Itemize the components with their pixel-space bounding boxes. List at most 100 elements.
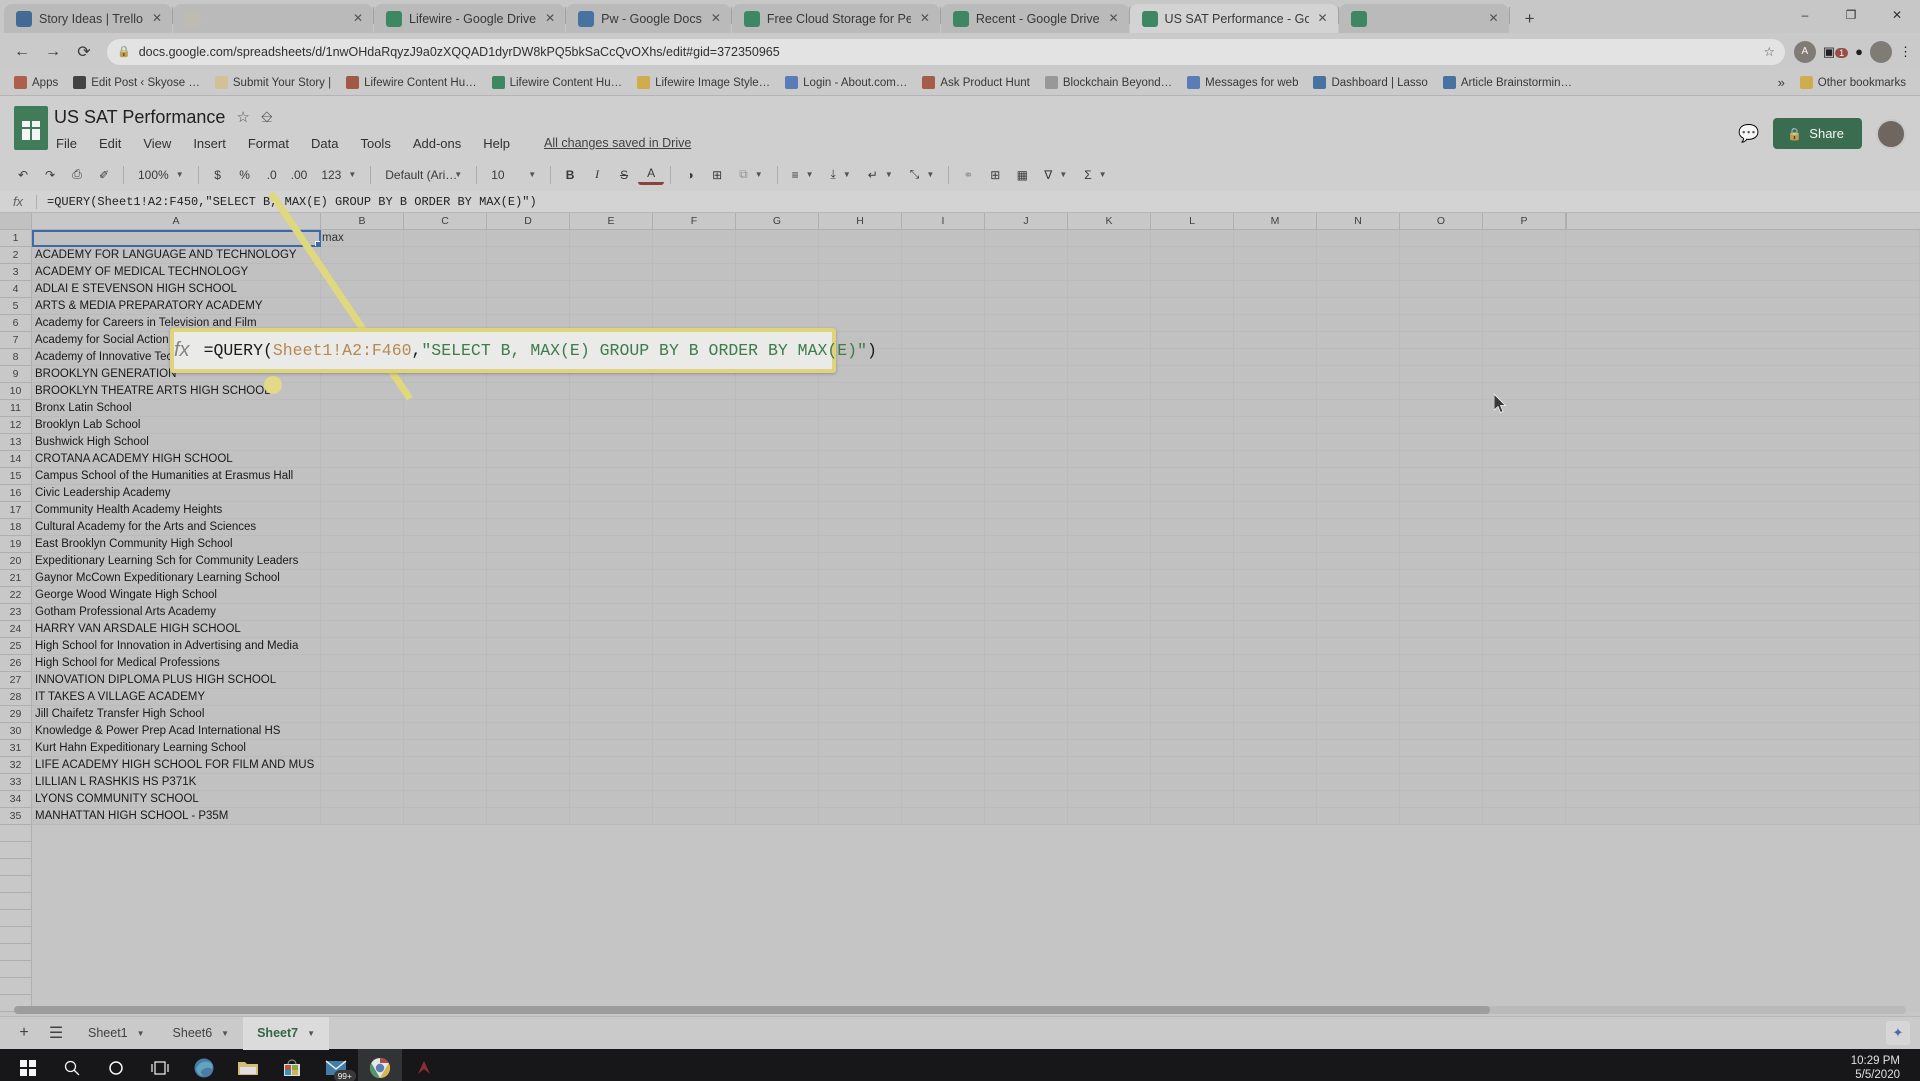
other-bookmarks-folder[interactable]: Other bookmarks <box>1794 74 1912 91</box>
grid-cell[interactable] <box>985 689 1068 706</box>
column-header-J[interactable]: J <box>985 213 1068 229</box>
grid-cell[interactable]: HARRY VAN ARSDALE HIGH SCHOOL <box>32 621 321 638</box>
grid-cell[interactable] <box>570 536 653 553</box>
grid-cell[interactable] <box>819 587 902 604</box>
grid-cell[interactable] <box>1234 570 1317 587</box>
grid-cell[interactable] <box>1483 791 1566 808</box>
grid-cell[interactable] <box>570 570 653 587</box>
grid-cell[interactable] <box>736 706 819 723</box>
grid-cell[interactable] <box>487 298 570 315</box>
grid-cell[interactable] <box>1068 621 1151 638</box>
row-header-30[interactable]: 30 <box>0 723 32 740</box>
grid-cell[interactable] <box>404 298 487 315</box>
grid-cell[interactable] <box>985 468 1068 485</box>
grid-cell[interactable] <box>1317 791 1400 808</box>
grid-cell[interactable] <box>570 621 653 638</box>
row-header-25[interactable]: 25 <box>0 638 32 655</box>
grid-cell[interactable] <box>1234 672 1317 689</box>
grid-cell[interactable] <box>1317 247 1400 264</box>
grid-cell[interactable]: Bushwick High School <box>32 434 321 451</box>
grid-cell[interactable] <box>404 723 487 740</box>
grid-cell[interactable] <box>1566 757 1920 774</box>
grid-cell[interactable] <box>985 570 1068 587</box>
grid-cell[interactable] <box>1566 655 1920 672</box>
grid-cell[interactable] <box>1317 689 1400 706</box>
grid-cell[interactable] <box>902 723 985 740</box>
grid-cell[interactable] <box>1234 400 1317 417</box>
grid-cell[interactable] <box>404 281 487 298</box>
grid-cell[interactable] <box>736 570 819 587</box>
grid-cell[interactable] <box>1317 281 1400 298</box>
red-app-button[interactable] <box>402 1049 446 1081</box>
grid-cell[interactable] <box>321 740 404 757</box>
menu-item-file[interactable]: File <box>54 135 79 152</box>
grid-cell[interactable] <box>1483 553 1566 570</box>
grid-cell[interactable] <box>1400 740 1483 757</box>
grid-cell[interactable] <box>1566 298 1920 315</box>
grid-cell[interactable] <box>653 740 736 757</box>
grid-cell[interactable] <box>819 553 902 570</box>
row-header-34[interactable]: 34 <box>0 791 32 808</box>
grid-cell[interactable] <box>736 553 819 570</box>
grid-cell[interactable] <box>1151 740 1234 757</box>
new-tab-button[interactable]: + <box>1516 5 1544 33</box>
grid-cell[interactable] <box>1400 638 1483 655</box>
browser-tab[interactable]: ✕ <box>173 4 373 33</box>
grid-cell[interactable] <box>1151 638 1234 655</box>
grid-cell[interactable] <box>321 451 404 468</box>
hscroll-track[interactable] <box>14 1005 1906 1014</box>
grid-cell[interactable]: max <box>321 230 404 247</box>
grid-cell[interactable] <box>570 553 653 570</box>
browser-tab[interactable]: Lifewire - Google Drive ✕ <box>374 4 566 33</box>
grid-cell[interactable] <box>404 808 487 825</box>
back-icon[interactable]: ← <box>8 38 36 66</box>
grid-cell[interactable] <box>321 604 404 621</box>
grid-cell[interactable] <box>736 502 819 519</box>
grid-cell[interactable] <box>1400 298 1483 315</box>
grid-cell[interactable] <box>1566 570 1920 587</box>
strikethrough-button[interactable]: S <box>611 162 637 188</box>
grid-cell[interactable] <box>819 638 902 655</box>
row-header-24[interactable]: 24 <box>0 621 32 638</box>
close-tab-icon[interactable]: ✕ <box>918 11 932 26</box>
star-icon[interactable]: ☆ <box>1764 44 1775 59</box>
grid-cell[interactable] <box>487 604 570 621</box>
grid-cell[interactable] <box>404 502 487 519</box>
grid-cell[interactable] <box>1068 417 1151 434</box>
grid-cell[interactable] <box>985 757 1068 774</box>
grid-cell[interactable] <box>736 264 819 281</box>
font-size-selector[interactable]: 10 ▼ <box>483 162 544 188</box>
grid-cell[interactable] <box>321 689 404 706</box>
grid-cell[interactable] <box>1483 655 1566 672</box>
grid-cell[interactable] <box>1483 706 1566 723</box>
grid-cell[interactable] <box>1234 808 1317 825</box>
extension-icon[interactable]: ▣ 1 <box>1823 44 1849 60</box>
bookmark-item[interactable]: Ask Product Hunt <box>916 74 1035 91</box>
vertical-align-icon[interactable]: ⤓ ▼ <box>823 162 859 188</box>
grid-cell[interactable] <box>985 808 1068 825</box>
row-header-3[interactable]: 3 <box>0 264 32 281</box>
grid-cell[interactable] <box>985 264 1068 281</box>
grid-cell[interactable] <box>1483 332 1566 349</box>
grid-cell[interactable] <box>902 332 985 349</box>
menu-item-format[interactable]: Format <box>246 135 291 152</box>
menu-item-tools[interactable]: Tools <box>358 135 392 152</box>
grid-cell[interactable] <box>736 519 819 536</box>
grid-cell[interactable] <box>404 655 487 672</box>
grid-cell[interactable] <box>1068 740 1151 757</box>
row-header-10[interactable]: 10 <box>0 383 32 400</box>
bookmark-item[interactable]: Article Brainstormin… <box>1437 74 1578 91</box>
grid-cell[interactable] <box>653 400 736 417</box>
grid-cell[interactable] <box>1151 774 1234 791</box>
grid-cell[interactable] <box>985 281 1068 298</box>
grid-cell[interactable] <box>1400 655 1483 672</box>
grid-cell[interactable] <box>902 706 985 723</box>
grid-cell[interactable] <box>1400 757 1483 774</box>
grid-cell[interactable] <box>736 723 819 740</box>
grid-cell[interactable] <box>819 468 902 485</box>
grid-cell[interactable] <box>1566 740 1920 757</box>
grid-cell[interactable] <box>487 264 570 281</box>
grid-cell[interactable] <box>321 536 404 553</box>
grid-cell[interactable] <box>487 485 570 502</box>
grid-cell[interactable] <box>1151 366 1234 383</box>
